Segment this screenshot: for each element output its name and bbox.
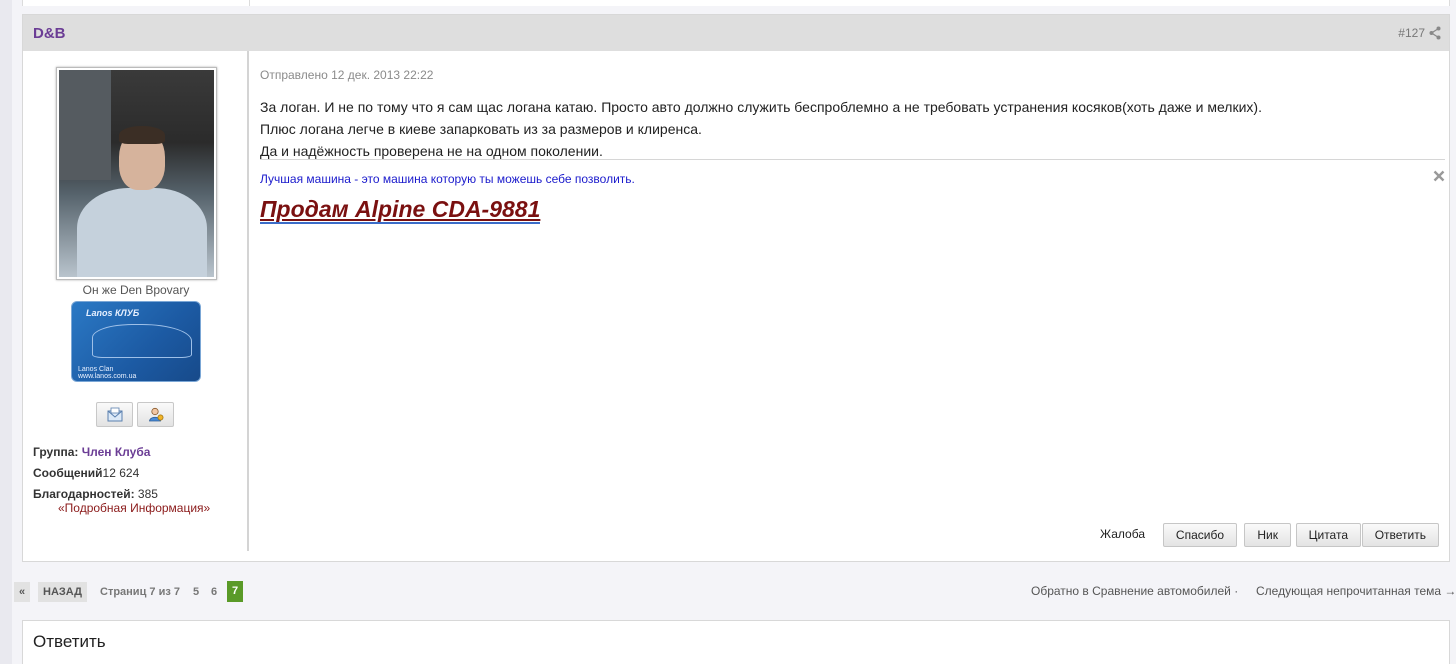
send-message-button[interactable] [96, 402, 133, 427]
posts-row: Сообщений12 624 [33, 466, 139, 480]
user-title: Он же Den Bpovary [82, 283, 190, 297]
view-profile-button[interactable] [137, 402, 174, 427]
previous-post-edge [22, 0, 1450, 6]
signature-divider [260, 159, 1445, 160]
group-row: Группа: Член Клуба [33, 445, 150, 459]
post-actions: Жалоба Спасибо Ник Цитата Ответить [839, 523, 1439, 547]
envelope-icon [107, 407, 122, 422]
more-info-link[interactable]: «Подробная Информация» [58, 501, 210, 515]
signature-text: Лучшая машина - это машина которую ты мо… [260, 172, 635, 186]
club-card-line1: Lanos Clan [78, 366, 114, 373]
nick-button[interactable]: Ник [1244, 523, 1291, 547]
thanks-label: Благодарностей: [33, 487, 135, 501]
message-line: Плюс логана легче в киеве запарковать из… [260, 121, 702, 137]
reply-button[interactable]: Ответить [1361, 523, 1439, 547]
first-page-button[interactable]: « [14, 582, 31, 602]
forum-post: D&B #127 Он же Den Bpovary Lanos КЛУБ La… [22, 14, 1450, 562]
posted-date: Отправлено 12 дек. 2013 22:22 [260, 68, 434, 82]
author-name[interactable]: D&B [33, 25, 66, 42]
post-number[interactable]: #127 [1398, 26, 1425, 40]
quote-button[interactable]: Цитата [1295, 523, 1361, 547]
thanks-button[interactable]: Спасибо [1162, 523, 1237, 547]
share-icon[interactable] [1429, 26, 1441, 40]
group-value[interactable]: Член Клуба [82, 445, 151, 459]
user-profile-icon [148, 407, 163, 422]
post-message: За логан. И не по тому что я сам щас лог… [260, 96, 1262, 162]
avatar[interactable] [56, 67, 217, 280]
thanks-value: 385 [137, 487, 158, 501]
message-line: За логан. И не по тому что я сам щас лог… [260, 99, 1262, 115]
page-info: Страниц 7 из 7 [100, 586, 180, 598]
thanks-row: Благодарностей: 385 [33, 487, 158, 501]
reply-box-title: Ответить [33, 632, 106, 651]
report-link[interactable]: Жалоба [1100, 527, 1145, 541]
avatar-window-shape [59, 70, 111, 180]
group-label: Группа: [33, 445, 79, 459]
posts-label: Сообщений [33, 466, 103, 480]
avatar-hair-shape [119, 126, 165, 144]
current-page: 7 [227, 581, 243, 602]
reply-box: Ответить [22, 620, 1450, 664]
back-to-forum-link[interactable]: Обратно в Сравнение автомобилей · [1031, 584, 1238, 598]
signature-link[interactable]: Продам Alpine CDA-9881 [260, 196, 541, 224]
avatar-shirt-shape [77, 188, 207, 277]
pagination-bar: « НАЗАД Страниц 7 из 7 5 6 7 Обратно в С… [12, 580, 1456, 604]
next-unread-link[interactable]: Следующая непрочитанная тема → [1256, 584, 1456, 598]
page-link[interactable]: 5 [193, 586, 199, 598]
back-button[interactable]: НАЗАД [38, 582, 87, 602]
close-icon[interactable] [1433, 170, 1445, 182]
club-card-line2: www.lanos.com.ua [78, 373, 137, 380]
previous-post-separator [249, 0, 250, 6]
page-link[interactable]: 6 [211, 586, 217, 598]
post-content: Отправлено 12 дек. 2013 22:22 За логан. … [260, 51, 1445, 551]
avatar-photo [59, 70, 214, 277]
author-column: Он же Den Bpovary Lanos КЛУБ Lanos Clan … [23, 51, 249, 551]
club-card-image: Lanos КЛУБ Lanos Clan www.lanos.com.ua [71, 301, 201, 382]
club-card-brand: Lanos КЛУБ [86, 308, 140, 318]
post-header: D&B #127 [23, 15, 1449, 51]
posts-value: 12 624 [102, 466, 140, 480]
club-card-car-shape [92, 324, 192, 358]
